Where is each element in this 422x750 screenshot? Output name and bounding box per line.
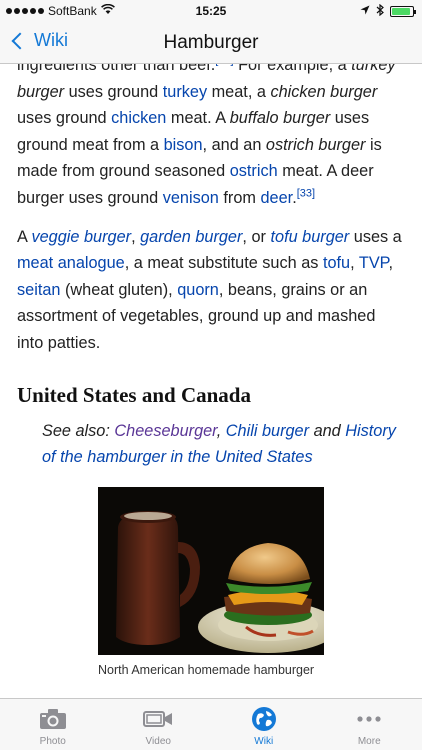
- tab-label: More: [357, 736, 381, 747]
- link-seitan[interactable]: seitan: [17, 281, 60, 299]
- tab-photo[interactable]: Photo: [0, 699, 106, 750]
- link-text: veggie burger: [31, 227, 132, 246]
- battery-level: [392, 8, 410, 15]
- more-icon: [354, 706, 384, 732]
- text: See also:: [42, 421, 115, 440]
- video-icon: [143, 706, 173, 732]
- text: ,: [216, 421, 226, 440]
- link-venison[interactable]: venison: [163, 189, 219, 207]
- link-tofu[interactable]: tofu: [323, 254, 350, 272]
- tab-wiki[interactable]: Wiki: [211, 699, 317, 750]
- link-text: tofu burger: [270, 227, 350, 246]
- link-garden-burger[interactable]: garden burger: [140, 228, 242, 246]
- emphasis-term: ostrich burger: [265, 135, 366, 154]
- link-tvp[interactable]: TVP: [359, 254, 389, 272]
- text: uses ground: [17, 109, 112, 128]
- image-thumbnail: North American homemade hamburger: [98, 486, 324, 680]
- camera-icon: [38, 706, 68, 732]
- link-turkey[interactable]: turkey: [163, 83, 207, 101]
- section-heading: United States and Canada: [17, 382, 251, 407]
- citation-link[interactable]: [33]: [297, 188, 315, 200]
- navigation-bar: Wiki Hamburger: [0, 22, 422, 64]
- tab-label: Photo: [39, 736, 66, 747]
- hamburger-photo-illustration: [98, 486, 324, 655]
- link-chili-burger[interactable]: Chili burger: [226, 422, 309, 440]
- image-caption: North American homemade hamburger: [98, 662, 315, 677]
- status-right: [360, 3, 416, 19]
- link-quorn[interactable]: quorn: [177, 281, 219, 299]
- globe-icon: [249, 706, 279, 732]
- link-cheeseburger[interactable]: Cheeseburger: [114, 422, 216, 440]
- text: , and an: [202, 135, 266, 154]
- text: ,: [388, 254, 393, 273]
- status-time: 15:25: [195, 4, 227, 18]
- text: uses ground: [64, 82, 163, 101]
- article-content[interactable]: ingredients other than beef.[32] For exa…: [0, 52, 422, 698]
- back-button[interactable]: Wiki: [10, 30, 68, 51]
- text: A: [17, 227, 32, 246]
- text: and: [309, 421, 346, 440]
- text: , or: [242, 227, 271, 246]
- bluetooth-icon: [376, 3, 384, 19]
- back-button-label: Wiki: [34, 30, 68, 50]
- text: uses a: [349, 227, 402, 246]
- tab-label: Wiki: [254, 736, 274, 747]
- text: meat, a: [207, 82, 271, 101]
- text: ,: [131, 227, 141, 246]
- text: meat. A: [166, 109, 230, 128]
- hamburger-photo[interactable]: [98, 486, 324, 655]
- link-text: garden burger: [140, 227, 243, 246]
- location-arrow-icon: [360, 5, 370, 18]
- status-bar: SoftBank 15:25: [0, 0, 422, 22]
- link-chicken[interactable]: chicken: [111, 109, 166, 127]
- link-tofu-burger[interactable]: tofu burger: [270, 228, 349, 246]
- text: , a meat substitute such as: [124, 254, 323, 273]
- battery-icon: [390, 6, 416, 17]
- link-bison[interactable]: bison: [164, 136, 203, 154]
- tab-video[interactable]: Video: [106, 699, 212, 750]
- chevron-left-icon: [11, 32, 29, 49]
- article-paragraph: A veggie burger, garden burger, or tofu …: [17, 224, 405, 357]
- text: from: [218, 188, 261, 207]
- link-ostrich[interactable]: ostrich: [230, 162, 278, 180]
- text: (wheat gluten),: [60, 280, 178, 299]
- emphasis-term: buffalo burger: [229, 109, 331, 128]
- text: ,: [350, 254, 359, 273]
- see-also-note: See also: Cheeseburger, Chili burger and…: [17, 418, 405, 471]
- link-veggie-burger[interactable]: veggie burger: [31, 228, 131, 246]
- tab-more[interactable]: More: [317, 699, 422, 750]
- link-meat-analogue[interactable]: meat analogue: [17, 254, 125, 272]
- link-deer[interactable]: deer: [260, 189, 292, 207]
- tab-bar: Photo Video Wiki More: [0, 698, 422, 750]
- article-paragraph: ingredients other than beef.[32] For exa…: [17, 52, 405, 212]
- tab-label: Video: [145, 736, 171, 747]
- emphasis-term: chicken burger: [270, 82, 378, 101]
